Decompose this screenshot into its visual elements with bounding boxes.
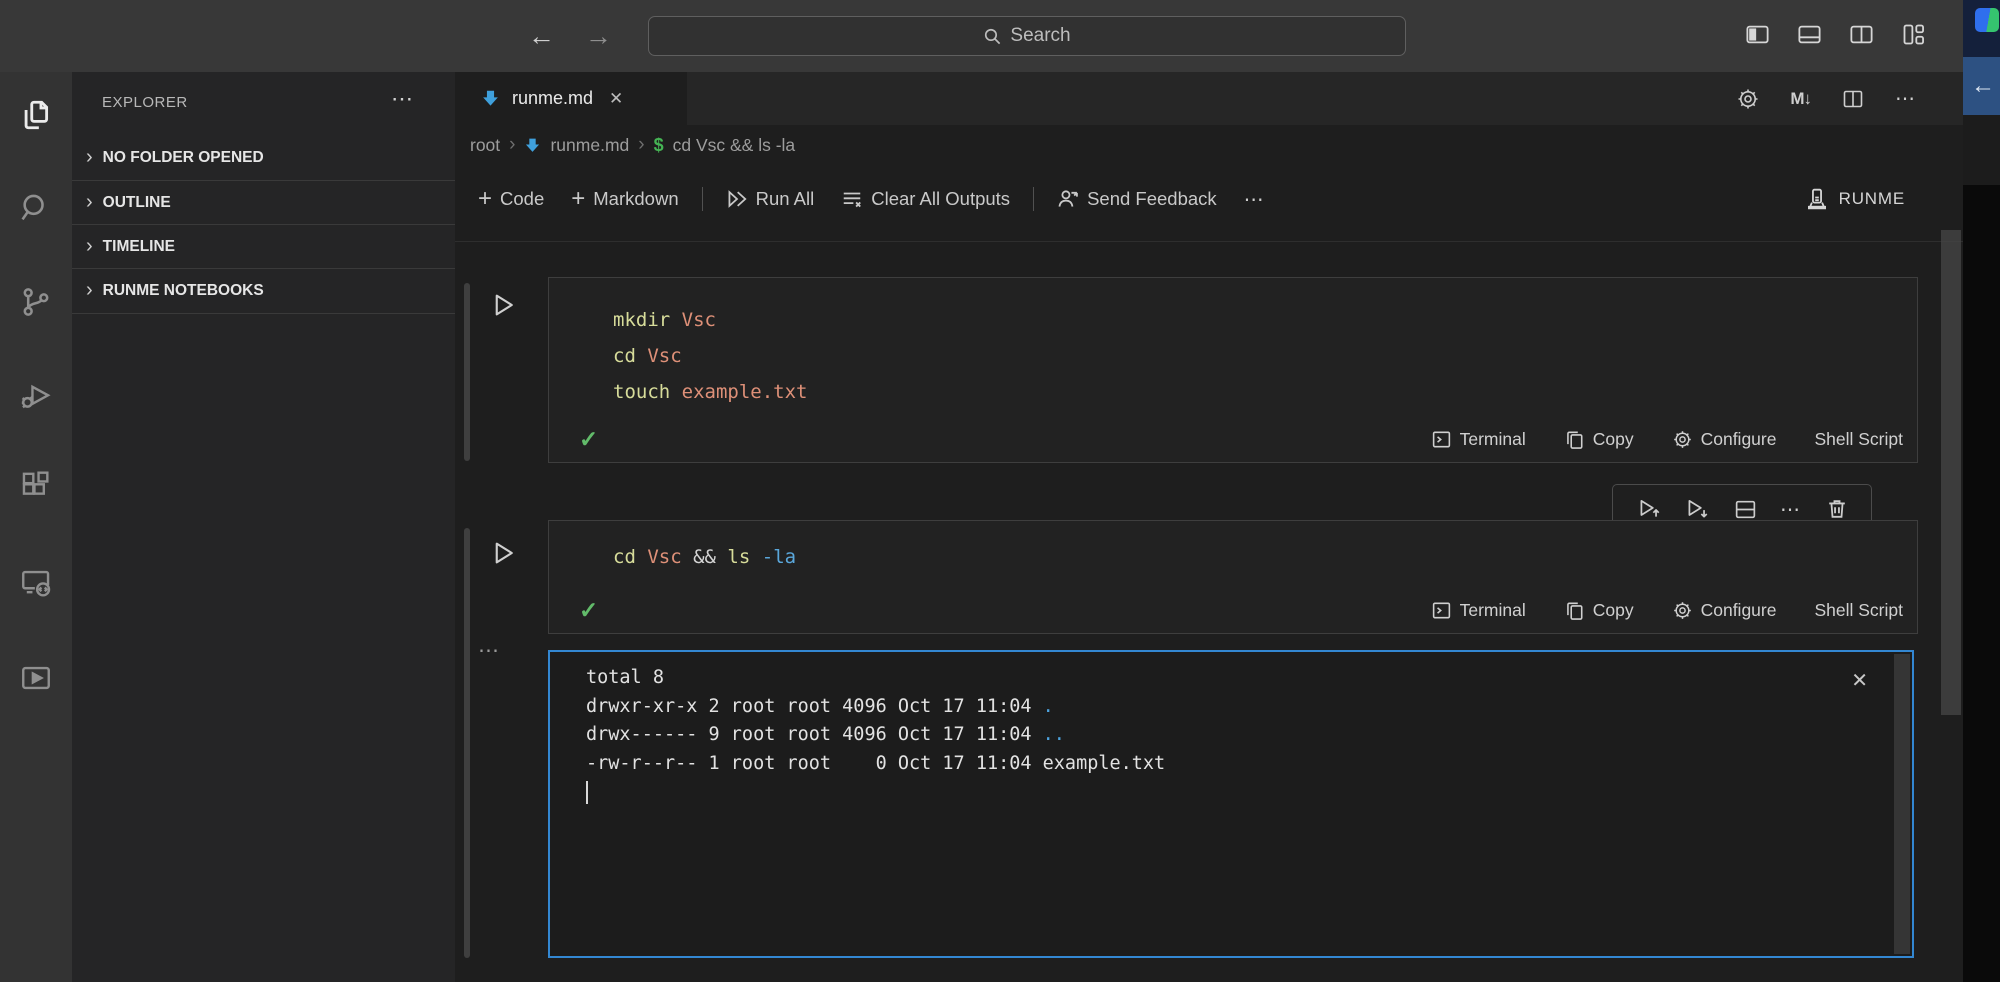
copy-button[interactable]: Copy [1564,600,1634,621]
runme-file-icon [524,137,541,154]
breadcrumb-file[interactable]: runme.md [550,135,629,156]
search-input[interactable]: Search [648,16,1406,56]
split-editor-layout-icon[interactable] [1848,21,1875,48]
markdown-preview-icon[interactable]: M↓ [1790,89,1811,109]
plus-icon: + [478,185,492,213]
forward-icon[interactable]: → [585,18,612,54]
remote-explorer-icon[interactable] [19,566,53,600]
run-all-icon [726,188,748,210]
add-markdown-cell-button[interactable]: + Markdown [571,185,678,213]
open-terminal-button[interactable]: Terminal [1431,429,1526,450]
editor-more-actions-icon[interactable]: ⋯ [1895,86,1917,111]
settings-gear-icon[interactable] [1736,87,1760,111]
sidebar-section-no-folder-opened[interactable]: › NO FOLDER OPENED [72,136,455,180]
sidebar-section-runme-notebooks[interactable]: › RUNME NOTEBOOKS [72,268,455,314]
vscode-window: ← → Search [0,0,1963,982]
extensions-icon[interactable] [19,469,53,503]
cell-focus-bar[interactable] [464,283,470,461]
source-control-icon[interactable] [19,285,53,319]
chevron-right-icon: › [86,146,93,169]
title-bar: ← → Search [0,0,1963,72]
runme-panel-icon[interactable] [19,661,53,695]
chevron-right-icon: › [638,134,644,156]
sidebar-section-timeline[interactable]: › TIMELINE [72,224,455,269]
tab-close-icon[interactable]: ✕ [609,89,623,109]
background-window-body [1963,115,2000,185]
split-editor-icon[interactable] [1841,87,1865,111]
sidebar-title: EXPLORER [102,94,188,111]
cell-output[interactable]: total 8drwxr-xr-x 2 root root 4096 Oct 1… [548,650,1914,958]
execute-below-icon[interactable] [1684,496,1710,522]
cell-code[interactable]: mkdir Vsccd Vsctouch example.txt [613,302,807,410]
add-code-cell-button[interactable]: + Code [478,185,544,213]
tab-runme-md[interactable]: runme.md ✕ [455,72,687,125]
cell-more-actions-icon[interactable]: ⋯ [1780,497,1802,522]
search-view-icon[interactable] [19,191,53,225]
cell-language-label[interactable]: Shell Script [1814,429,1903,450]
send-feedback-button[interactable]: Send Feedback [1057,188,1217,210]
notebook-more-actions-icon[interactable]: ⋯ [1244,187,1266,212]
cell-language-label[interactable]: Shell Script [1814,600,1903,621]
run-and-debug-icon[interactable] [19,379,53,413]
cell-focus-bar[interactable] [464,528,470,958]
chevron-right-icon: › [86,279,93,302]
background-app-icon [1975,8,1999,32]
plus-icon: + [571,185,585,213]
background-window-titlebar [1963,0,2000,57]
tab-label: runme.md [512,88,593,109]
chevron-right-icon: › [86,191,93,214]
chevron-right-icon: › [86,235,93,258]
back-icon[interactable]: ← [528,18,555,54]
toggle-panel-icon[interactable] [1796,21,1823,48]
output-text: total 8drwxr-xr-x 2 root root 4096 Oct 1… [586,664,1165,778]
feedback-person-icon [1057,188,1079,210]
explorer-icon[interactable] [19,98,53,132]
customize-layout-icon[interactable] [1900,21,1927,48]
runme-file-icon [481,89,500,108]
breadcrumb-root[interactable]: root [470,135,500,156]
breadcrumb: root › runme.md › $ cd Vsc && ls -la [470,127,795,163]
code-cell-2[interactable]: cd Vsc && ls -la ✓ Terminal [548,520,1918,634]
split-cell-icon[interactable] [1733,497,1758,522]
search-icon [983,27,1002,46]
sidebar-more-icon[interactable]: ⋯ [391,86,415,112]
clear-all-outputs-icon [841,188,863,210]
execute-above-icon[interactable] [1636,496,1662,522]
output-gutter-more-icon[interactable]: ⋯ [478,638,501,663]
configure-button[interactable]: Configure [1672,429,1777,450]
kernel-picker-runme[interactable]: RUNME [1805,176,1905,222]
run-cell-button[interactable] [488,538,518,568]
breadcrumb-command[interactable]: cd Vsc && ls -la [673,135,796,156]
editor-tab-bar: runme.md ✕ M↓ ⋯ [455,72,1963,125]
copy-button[interactable]: Copy [1564,429,1634,450]
configure-button[interactable]: Configure [1672,600,1777,621]
breadcrumb-prompt-symbol: $ [654,135,664,156]
background-window-strip: ← [1963,0,2000,982]
toggle-sidebar-icon[interactable] [1744,21,1771,48]
screen: ← → Search [0,0,2000,982]
search-placeholder: Search [1010,25,1070,47]
explorer-sidebar: EXPLORER ⋯ › NO FOLDER OPENED › OUTLINE … [72,72,455,982]
open-terminal-button[interactable]: Terminal [1431,600,1526,621]
background-window-toolbar: ← [1963,57,2000,115]
toolbar-divider [455,241,1963,242]
success-check-icon: ✓ [579,597,598,624]
output-scrollbar[interactable] [1894,654,1910,954]
run-cell-button[interactable] [488,290,518,320]
delete-cell-icon[interactable] [1825,497,1849,521]
activity-bar [0,72,72,982]
editor-scrollbar-thumb[interactable] [1941,230,1961,715]
output-close-icon[interactable]: ✕ [1851,668,1868,693]
notebook-toolbar: + Code + Markdown Run All [478,168,1266,230]
background-back-icon: ← [1971,72,1995,100]
clear-all-outputs-button[interactable]: Clear All Outputs [841,188,1010,210]
cell-code[interactable]: cd Vsc && ls -la [613,539,796,575]
code-cell-1[interactable]: mkdir Vsccd Vsctouch example.txt ✓ Termi… [548,277,1918,463]
chevron-right-icon: › [509,134,515,156]
terminal-cursor [586,778,588,804]
run-all-button[interactable]: Run All [726,188,815,210]
sidebar-section-outline[interactable]: › OUTLINE [72,180,455,225]
success-check-icon: ✓ [579,426,598,453]
runme-logo-icon [1805,187,1829,211]
